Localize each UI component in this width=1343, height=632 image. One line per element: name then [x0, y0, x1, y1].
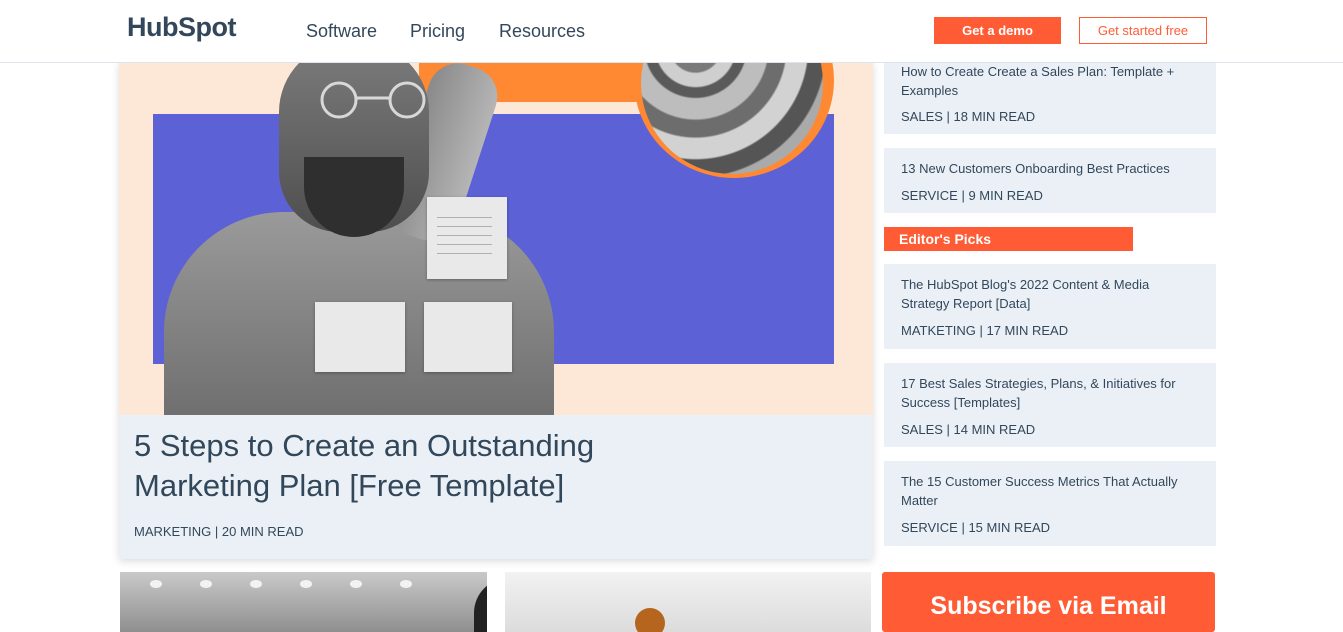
site-header: HubSpot Software Pricing Resources Get a… — [0, 0, 1343, 63]
editors-pick-meta: SERVICE | 15 MIN READ — [901, 520, 1051, 535]
get-started-button[interactable]: Get started free — [1079, 17, 1207, 44]
sidebar-article-title[interactable]: 13 New Customers Onboarding Best Practic… — [901, 159, 1191, 178]
get-demo-button[interactable]: Get a demo — [934, 17, 1061, 44]
featured-article-meta: MARKETING | 20 MIN READ — [134, 524, 304, 539]
editors-pick-title[interactable]: 17 Best Sales Strategies, Plans, & Initi… — [901, 374, 1191, 412]
sidebar-article-card[interactable]: How to Create Create a Sales Plan: Templ… — [884, 62, 1216, 134]
sidebar-article-title[interactable]: How to Create Create a Sales Plan: Templ… — [901, 62, 1191, 100]
featured-hero-image[interactable] — [119, 62, 873, 415]
sidebar-article-card[interactable]: 13 New Customers Onboarding Best Practic… — [884, 148, 1216, 213]
editors-pick-card[interactable]: 17 Best Sales Strategies, Plans, & Initi… — [884, 363, 1216, 447]
sticky-note — [315, 302, 405, 372]
editors-pick-title[interactable]: The 15 Customer Success Metrics That Act… — [901, 472, 1191, 510]
editors-pick-title[interactable]: The HubSpot Blog's 2022 Content & Media … — [901, 275, 1191, 313]
nav-pricing[interactable]: Pricing — [410, 21, 465, 42]
subscribe-email-button[interactable]: Subscribe via Email — [882, 572, 1215, 632]
nav-software[interactable]: Software — [306, 21, 377, 42]
sidebar-article-meta: SALES | 18 MIN READ — [901, 109, 1036, 124]
editors-pick-card[interactable]: The HubSpot Blog's 2022 Content & Media … — [884, 264, 1216, 349]
featured-article-title[interactable]: 5 Steps to Create an Outstanding Marketi… — [134, 426, 694, 506]
hero-glasses-icon — [320, 81, 426, 119]
featured-article-card[interactable]: 5 Steps to Create an Outstanding Marketi… — [119, 62, 873, 559]
editors-pick-meta: SALES | 14 MIN READ — [901, 422, 1036, 437]
logo-text: HubSpot — [127, 12, 236, 42]
sticky-note — [427, 197, 507, 279]
sidebar-article-meta: SERVICE | 9 MIN READ — [901, 188, 1043, 203]
article-thumbnail-image[interactable] — [120, 572, 487, 632]
sticky-note — [424, 302, 512, 372]
hubspot-logo[interactable]: HubSpot — [127, 12, 236, 43]
editors-picks-heading: Editor's Picks — [884, 227, 1133, 251]
article-thumbnail-image[interactable] — [505, 572, 871, 632]
nav-resources[interactable]: Resources — [499, 21, 585, 42]
editors-pick-meta: MATKETING | 17 MIN READ — [901, 323, 1069, 338]
editors-pick-card[interactable]: The 15 Customer Success Metrics That Act… — [884, 461, 1216, 546]
